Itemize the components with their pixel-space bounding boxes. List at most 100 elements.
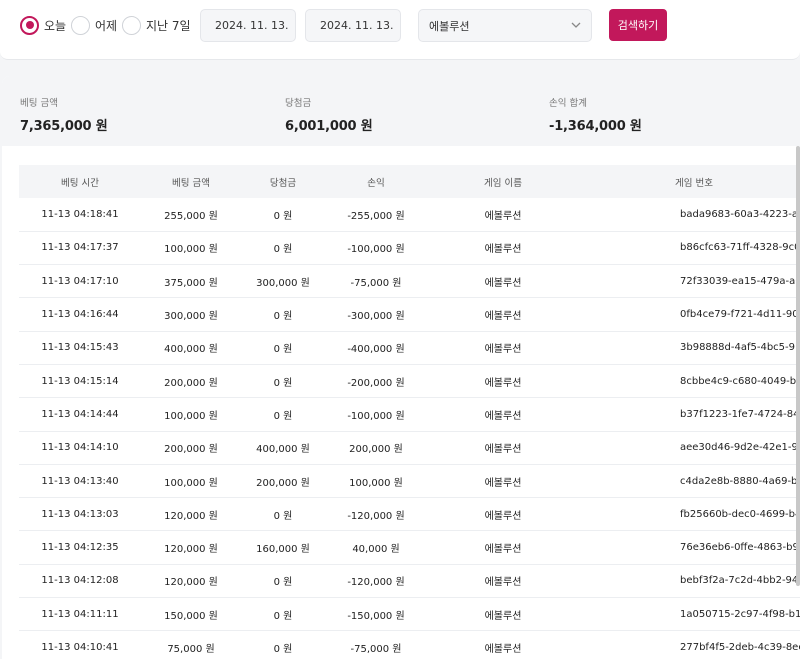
start-date-input[interactable]: 2024. 11. 13. — [200, 9, 296, 42]
cell-game-id: 8cbbe4c9-c680-4049-b405-baf89afb9061 — [680, 375, 800, 387]
cell-profit-loss: -120,000 원 — [347, 577, 405, 589]
cell-bet-amount: 400,000 원 — [164, 344, 218, 356]
summary-profit-loss-label: 손익 합계 — [549, 98, 587, 109]
cell-bet-amount: 300,000 원 — [164, 311, 218, 323]
table-row[interactable]: 11-13 04:14:10 200,000 원 400,000 원 200,000 … — [19, 431, 800, 465]
col-header-profit-loss: 손익 — [367, 177, 385, 189]
cell-bet-time: 11-13 04:13:03 — [41, 508, 119, 520]
table-row[interactable]: 11-13 04:12:08 120,000 원 0 원 -120,000 원 에볼루션… — [19, 564, 800, 598]
cell-bet-amount: 120,000 원 — [164, 544, 218, 556]
game-select-value: 에볼루션 — [429, 19, 470, 33]
cell-bet-amount: 150,000 원 — [164, 610, 218, 622]
filter-bar: 오늘 어제 지난 7일 2024. 11. 13. 2024. 11. 13. … — [0, 0, 800, 60]
summary-profit-loss: 손익 합계 -1,364,000 원 — [549, 95, 642, 134]
cell-bet-amount: 75,000 원 — [167, 644, 215, 655]
col-header-game-id: 게임 번호 — [675, 177, 713, 189]
game-select[interactable]: 에볼루션 — [418, 9, 592, 42]
results-panel: 베팅 금액 7,365,000 원 당첨금 6,001,000 원 손익 합계 … — [2, 76, 800, 659]
summary-win-value: 6,001,000 원 — [285, 119, 373, 134]
search-button[interactable]: 검색하기 — [609, 9, 667, 41]
cell-bet-time: 11-13 04:15:43 — [41, 342, 119, 354]
radio-last-7-days-label: 지난 7일 — [146, 18, 191, 33]
table-body: 11-13 04:18:41 255,000 원 0 원 -255,000 원에볼루션… — [19, 198, 800, 659]
table-header-row: 베팅 시간 베팅 금액 당첨금 손익 게임 이름 게임 번호 — [19, 165, 800, 198]
cell-game-name: 에볼루션 — [484, 644, 522, 655]
col-header-game-name: 게임 이름 — [484, 177, 522, 189]
cell-bet-time: 11-13 04:10:41 — [41, 642, 119, 653]
cell-bet-time: 11-13 04:13:40 — [41, 475, 119, 487]
cell-winnings: 0 원 — [273, 610, 293, 622]
radio-yesterday-label: 어제 — [95, 18, 118, 33]
table-row[interactable]: 11-13 04:13:03 120,000 원 0 원 -120,000 원 에볼루션… — [19, 498, 800, 531]
cell-game-id: c4da2e8b-8880-4a69-b4a1-3ddce17a61df — [680, 475, 800, 487]
table-row[interactable]: 11-13 04:11:11 150,000 원 0 원 -150,000 원 에볼루션… — [19, 598, 800, 631]
table-row[interactable]: 11-13 04:15:14 200,000 원 0 원 -200,000 원 에볼루션… — [19, 364, 800, 398]
col-header-bet-amount: 베팅 금액 — [172, 177, 210, 189]
cell-game-id: 72f33039-ea15-479a-a603-6fcfb40f7847 — [680, 275, 800, 287]
end-date-input[interactable]: 2024. 11. 13. — [305, 9, 401, 42]
cell-game-name: 에볼루션 — [484, 311, 522, 323]
table-row[interactable]: 11-13 04:13:40 100,000 원 200,000 원 100,000 … — [19, 464, 800, 498]
table-row[interactable]: 11-13 04:18:41 255,000 원 0 원 -255,000 원 에볼루션… — [19, 198, 800, 232]
cell-game-id: bebf3f2a-7c2d-4bb2-940e-a84c7687b151 — [680, 575, 800, 587]
cell-winnings: 200,000 원 — [256, 477, 310, 489]
table-row[interactable]: 11-13 04:10:41 75,000 원 0 원 -75,000 원 에볼루션 27… — [19, 631, 800, 659]
cell-bet-amount: 200,000 원 — [164, 377, 218, 389]
table-row[interactable]: 11-13 04:15:43 400,000 원 0 원 -400,000 원 에볼루션… — [19, 331, 800, 365]
summary-bar: 베팅 금액 7,365,000 원 당첨금 6,001,000 원 손익 합계 … — [2, 76, 800, 146]
cell-profit-loss: 100,000 원 — [349, 477, 403, 489]
cell-game-id: 3b98888d-4af5-4bc5-919c-ea6283b9bc78 — [680, 342, 800, 354]
cell-winnings: 0 원 — [273, 577, 293, 589]
cell-bet-time: 11-13 04:11:11 — [41, 608, 119, 620]
radio-last-7-days[interactable]: 지난 7일 — [122, 15, 191, 35]
cell-bet-time: 11-13 04:12:08 — [41, 575, 119, 587]
cell-bet-amount: 255,000 원 — [164, 210, 218, 222]
cell-game-name: 에볼루션 — [484, 544, 522, 556]
scrollbar[interactable] — [796, 146, 800, 586]
cell-game-id: 76e36eb6-0ffe-4863-b949-0c15aa09710d — [680, 542, 800, 554]
cell-game-name: 에볼루션 — [484, 577, 522, 589]
cell-bet-time: 11-13 04:16:44 — [41, 309, 119, 321]
cell-profit-loss: 200,000 원 — [349, 444, 403, 456]
table-row[interactable]: 11-13 04:16:44 300,000 원 0 원 -300,000 원 에볼루션… — [19, 298, 800, 332]
cell-bet-time: 11-13 04:18:41 — [41, 208, 119, 220]
table-row[interactable]: 11-13 04:12:35 120,000 원 160,000 원 40,000 원… — [19, 531, 800, 565]
cell-profit-loss: -75,000 원 — [350, 277, 402, 289]
bet-history-table: 베팅 시간 베팅 금액 당첨금 손익 게임 이름 게임 번호 11-13 04:… — [19, 165, 800, 659]
cell-game-name: 에볼루션 — [484, 410, 522, 422]
cell-bet-time: 11-13 04:14:10 — [41, 442, 119, 454]
cell-profit-loss: -200,000 원 — [347, 377, 405, 389]
cell-winnings: 160,000 원 — [256, 544, 310, 556]
cell-game-id: fb25660b-dec0-4699-b498-0ab13a1481d3 — [680, 508, 800, 520]
radio-today-label: 오늘 — [44, 18, 67, 33]
summary-win: 당첨금 6,001,000 원 — [285, 95, 373, 134]
cell-winnings: 0 원 — [273, 510, 293, 522]
table-row[interactable]: 11-13 04:14:44 100,000 원 0 원 -100,000 원 에볼루션… — [19, 398, 800, 432]
cell-game-id: 0fb4ce79-f721-4d11-9037-0f2bdcc04c29 — [680, 309, 800, 321]
cell-profit-loss: -300,000 원 — [347, 311, 405, 323]
col-header-bet-time: 베팅 시간 — [61, 177, 99, 189]
cell-game-id: b37f1223-1fe7-4724-8455-0a0818107b2e — [680, 408, 800, 420]
table-row[interactable]: 11-13 04:17:10 375,000 원 300,000 원 -75,000 … — [19, 265, 800, 298]
cell-winnings: 300,000 원 — [256, 277, 310, 289]
table-row[interactable]: 11-13 04:17:37 100,000 원 0 원 -100,000 원 에볼루션… — [19, 231, 800, 265]
cell-winnings: 0 원 — [273, 210, 293, 222]
cell-bet-amount: 375,000 원 — [164, 277, 218, 289]
radio-today[interactable]: 오늘 — [20, 15, 66, 35]
cell-game-id: b86cfc63-71ff-4328-9c06-9fbaf211b90b — [680, 242, 800, 254]
radio-yesterday-circle — [71, 15, 90, 35]
cell-profit-loss: -255,000 원 — [347, 210, 405, 222]
cell-game-name: 에볼루션 — [484, 377, 522, 389]
cell-profit-loss: 40,000 원 — [352, 544, 400, 556]
cell-profit-loss: -100,000 원 — [347, 410, 405, 422]
cell-bet-amount: 120,000 원 — [164, 510, 218, 522]
cell-bet-amount: 200,000 원 — [164, 444, 218, 456]
cell-game-name: 에볼루션 — [484, 510, 522, 522]
cell-winnings: 0 원 — [273, 344, 293, 356]
summary-bet: 베팅 금액 7,365,000 원 — [20, 95, 108, 134]
cell-bet-time: 11-13 04:15:14 — [41, 375, 119, 387]
cell-profit-loss: -120,000 원 — [347, 510, 405, 522]
radio-yesterday[interactable]: 어제 — [71, 15, 117, 35]
cell-winnings: 0 원 — [273, 377, 293, 389]
summary-win-label: 당첨금 — [285, 98, 312, 109]
